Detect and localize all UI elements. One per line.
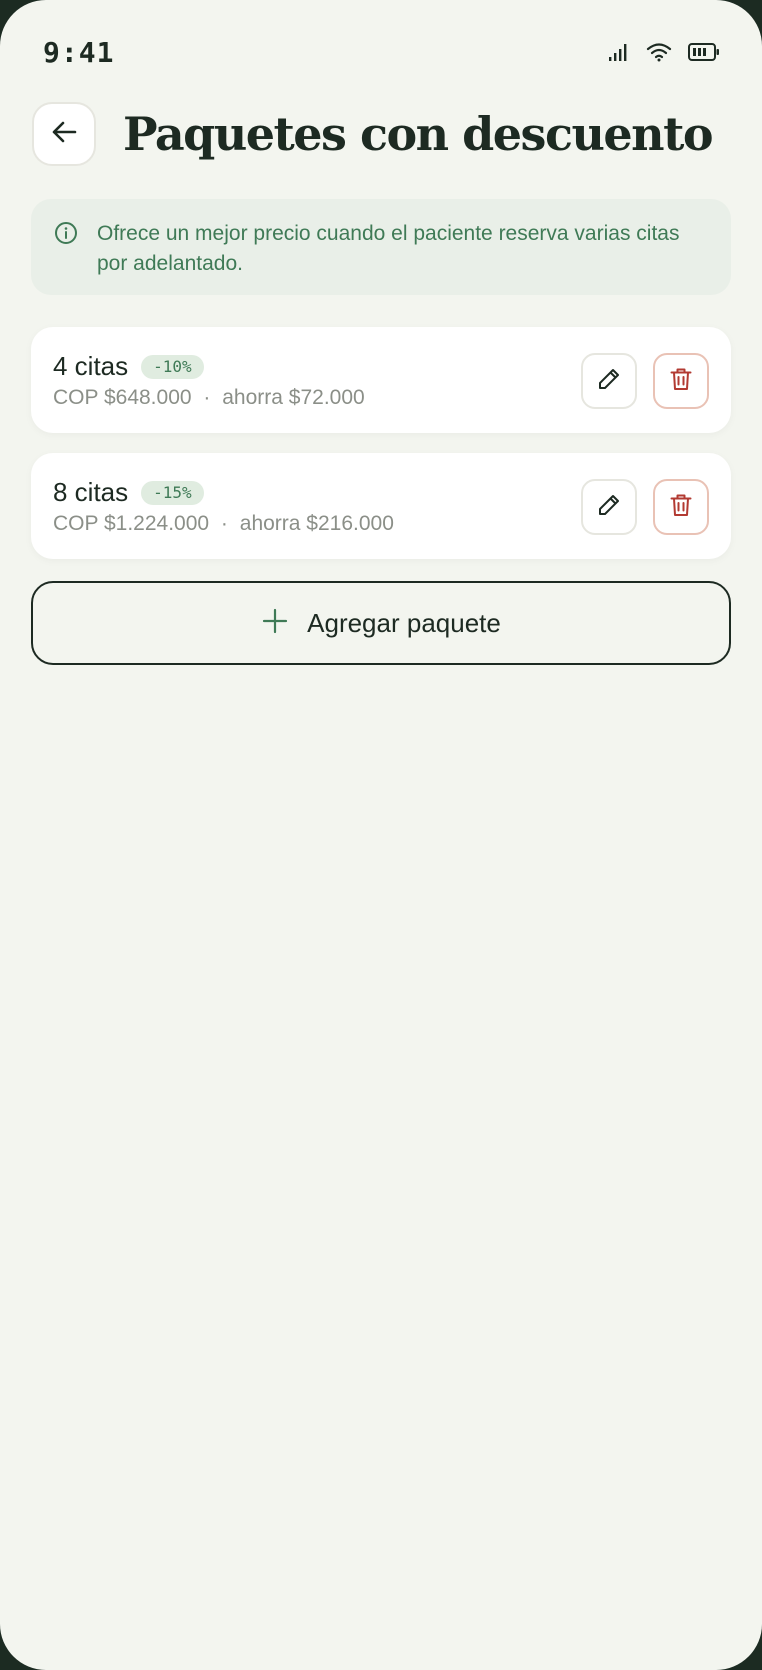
- trash-icon: [668, 492, 694, 523]
- status-time: 9:41: [43, 36, 115, 69]
- plus-icon: [261, 607, 289, 640]
- info-icon: [54, 221, 78, 250]
- edit-package-button[interactable]: [581, 353, 637, 409]
- separator: ·: [203, 386, 211, 409]
- discount-badge: -10%: [141, 354, 204, 379]
- package-savings: ahorra $216.000: [239, 512, 394, 535]
- wifi-icon: [646, 42, 672, 62]
- add-package-button[interactable]: Agregar paquete: [31, 581, 731, 665]
- package-price-line: COP $648.000 · ahorra $72.000: [53, 386, 365, 410]
- package-title-row: 8 citas -15%: [53, 477, 204, 508]
- pencil-icon: [596, 492, 622, 523]
- discount-badge: -15%: [141, 480, 204, 505]
- info-banner-text: Ofrece un mejor precio cuando el pacient…: [97, 222, 680, 275]
- page-title: Paquetes con descuento: [123, 107, 714, 161]
- package-price: COP $648.000: [53, 386, 192, 409]
- delete-package-button[interactable]: [653, 479, 709, 535]
- battery-icon: [688, 42, 720, 62]
- trash-icon: [668, 366, 694, 397]
- package-savings: ahorra $72.000: [222, 386, 365, 409]
- package-title: 8 citas: [53, 477, 129, 507]
- package-price-line: COP $1.224.000 · ahorra $216.000: [53, 512, 394, 536]
- package-card: 4 citas -10% COP $648.000 · ahorra $72.0…: [31, 327, 731, 433]
- info-banner: Ofrece un mejor precio cuando el pacient…: [31, 199, 731, 295]
- header: Paquetes con descuento: [32, 100, 730, 168]
- separator: ·: [220, 512, 228, 535]
- status-bar: 9:41: [0, 0, 762, 100]
- signal-icon: [608, 42, 630, 62]
- package-title: 4 citas: [53, 351, 129, 381]
- package-card: 8 citas -15% COP $1.224.000 · ahorra $21…: [31, 453, 731, 559]
- back-button[interactable]: [32, 102, 96, 166]
- package-price: COP $1.224.000: [53, 512, 210, 535]
- package-title-row: 4 citas -10%: [53, 351, 204, 382]
- edit-package-button[interactable]: [581, 479, 637, 535]
- phone-screen: 9:41 Paquetes con descuento Ofrece un me…: [0, 0, 762, 1670]
- status-icons: [608, 42, 720, 62]
- delete-package-button[interactable]: [653, 353, 709, 409]
- arrow-left-icon: [48, 116, 80, 153]
- pencil-icon: [596, 366, 622, 397]
- add-package-label: Agregar paquete: [307, 607, 501, 638]
